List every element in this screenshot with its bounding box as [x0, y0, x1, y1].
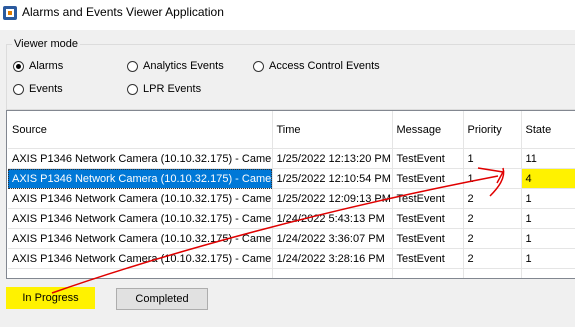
cell-time: 1/25/2022 12:10:54 PM — [272, 168, 393, 189]
table-row[interactable]: AXIS P1346 Network Camera (10.10.32.175)… — [8, 248, 575, 269]
cell-message: TestEvent — [392, 168, 464, 189]
alarms-grid[interactable]: Source Time Message Priority State AXIS … — [6, 110, 575, 279]
cell-state: 4 — [521, 168, 575, 189]
table-row[interactable]: AXIS P1346 Network Camera (10.10.32.175)… — [8, 208, 575, 229]
viewer-mode-group — [6, 44, 575, 110]
radio-lpr-events[interactable]: LPR Events — [127, 83, 201, 95]
column-header-source[interactable]: Source — [8, 111, 273, 149]
cell-source: AXIS P1346 Network Camera (10.10.32.175)… — [8, 228, 273, 249]
radio-label: Access Control Events — [269, 60, 380, 72]
radio-label: Events — [29, 83, 63, 95]
cell-state: 1 — [521, 228, 575, 249]
radio-unchecked-icon — [253, 60, 264, 72]
cell-source: AXIS P1346 Network Camera (10.10.32.175)… — [8, 188, 273, 209]
cell-source: AXIS P1346 Network Camera (10.10.32.175)… — [8, 248, 273, 269]
app-icon — [3, 6, 17, 20]
cell-time: 1/25/2022 12:09:13 PM — [272, 188, 393, 209]
column-header-state[interactable]: State — [521, 111, 575, 149]
column-header-time[interactable]: Time — [272, 111, 393, 149]
main-panel: Viewer mode Alarms Analytics Events Acce… — [0, 30, 575, 327]
cell-priority: 2 — [463, 208, 522, 229]
table-row[interactable]: AXIS P1346 Network Camera (10.10.32.175)… — [8, 228, 575, 249]
cell-state: 1 — [521, 188, 575, 209]
cell-priority: 2 — [463, 228, 522, 249]
cell-priority: 2 — [463, 188, 522, 209]
radio-label: Analytics Events — [143, 60, 224, 72]
table-row-empty — [8, 268, 575, 278]
cell-state: 11 — [521, 148, 575, 169]
cell-message: TestEvent — [392, 188, 464, 209]
cell-message: TestEvent — [392, 148, 464, 169]
cell-message: TestEvent — [392, 228, 464, 249]
radio-access-control-events[interactable]: Access Control Events — [253, 60, 380, 72]
viewer-mode-label: Viewer mode — [12, 38, 80, 50]
radio-unchecked-icon — [13, 83, 24, 95]
cell-state: 1 — [521, 248, 575, 269]
cell-priority: 1 — [463, 168, 522, 189]
column-header-priority[interactable]: Priority — [463, 111, 522, 149]
table-row[interactable]: AXIS P1346 Network Camera (10.10.32.175)… — [8, 188, 575, 209]
radio-unchecked-icon — [127, 60, 138, 72]
cell-time: 1/24/2022 3:28:16 PM — [272, 248, 393, 269]
cell-state: 1 — [521, 208, 575, 229]
cell-source: AXIS P1346 Network Camera (10.10.32.175)… — [8, 148, 273, 169]
radio-label: LPR Events — [143, 83, 202, 95]
radio-alarms[interactable]: Alarms — [13, 60, 63, 72]
radio-unchecked-icon — [127, 83, 138, 95]
cell-message: TestEvent — [392, 248, 464, 269]
cell-priority: 1 — [463, 148, 522, 169]
completed-button[interactable]: Completed — [116, 288, 208, 310]
window-title: Alarms and Events Viewer Application — [22, 5, 224, 19]
radio-events[interactable]: Events — [13, 83, 63, 95]
column-header-message[interactable]: Message — [392, 111, 464, 149]
cell-priority: 2 — [463, 248, 522, 269]
radio-label: Alarms — [29, 60, 64, 72]
table-row[interactable]: AXIS P1346 Network Camera (10.10.32.175)… — [8, 148, 575, 169]
cell-source: AXIS P1346 Network Camera (10.10.32.175)… — [8, 208, 273, 229]
radio-analytics-events[interactable]: Analytics Events — [127, 60, 224, 72]
cell-message: TestEvent — [392, 208, 464, 229]
radio-checked-icon — [13, 60, 24, 72]
table-row-selected[interactable]: AXIS P1346 Network Camera (10.10.32.175)… — [8, 168, 575, 189]
cell-time: 1/24/2022 5:43:13 PM — [272, 208, 393, 229]
cell-time: 1/25/2022 12:13:20 PM — [272, 148, 393, 169]
title-bar: Alarms and Events Viewer Application — [0, 0, 575, 30]
cell-source: AXIS P1346 Network Camera (10.10.32.175)… — [8, 168, 273, 189]
cell-time: 1/24/2022 3:36:07 PM — [272, 228, 393, 249]
in-progress-button[interactable]: In Progress — [6, 287, 95, 309]
